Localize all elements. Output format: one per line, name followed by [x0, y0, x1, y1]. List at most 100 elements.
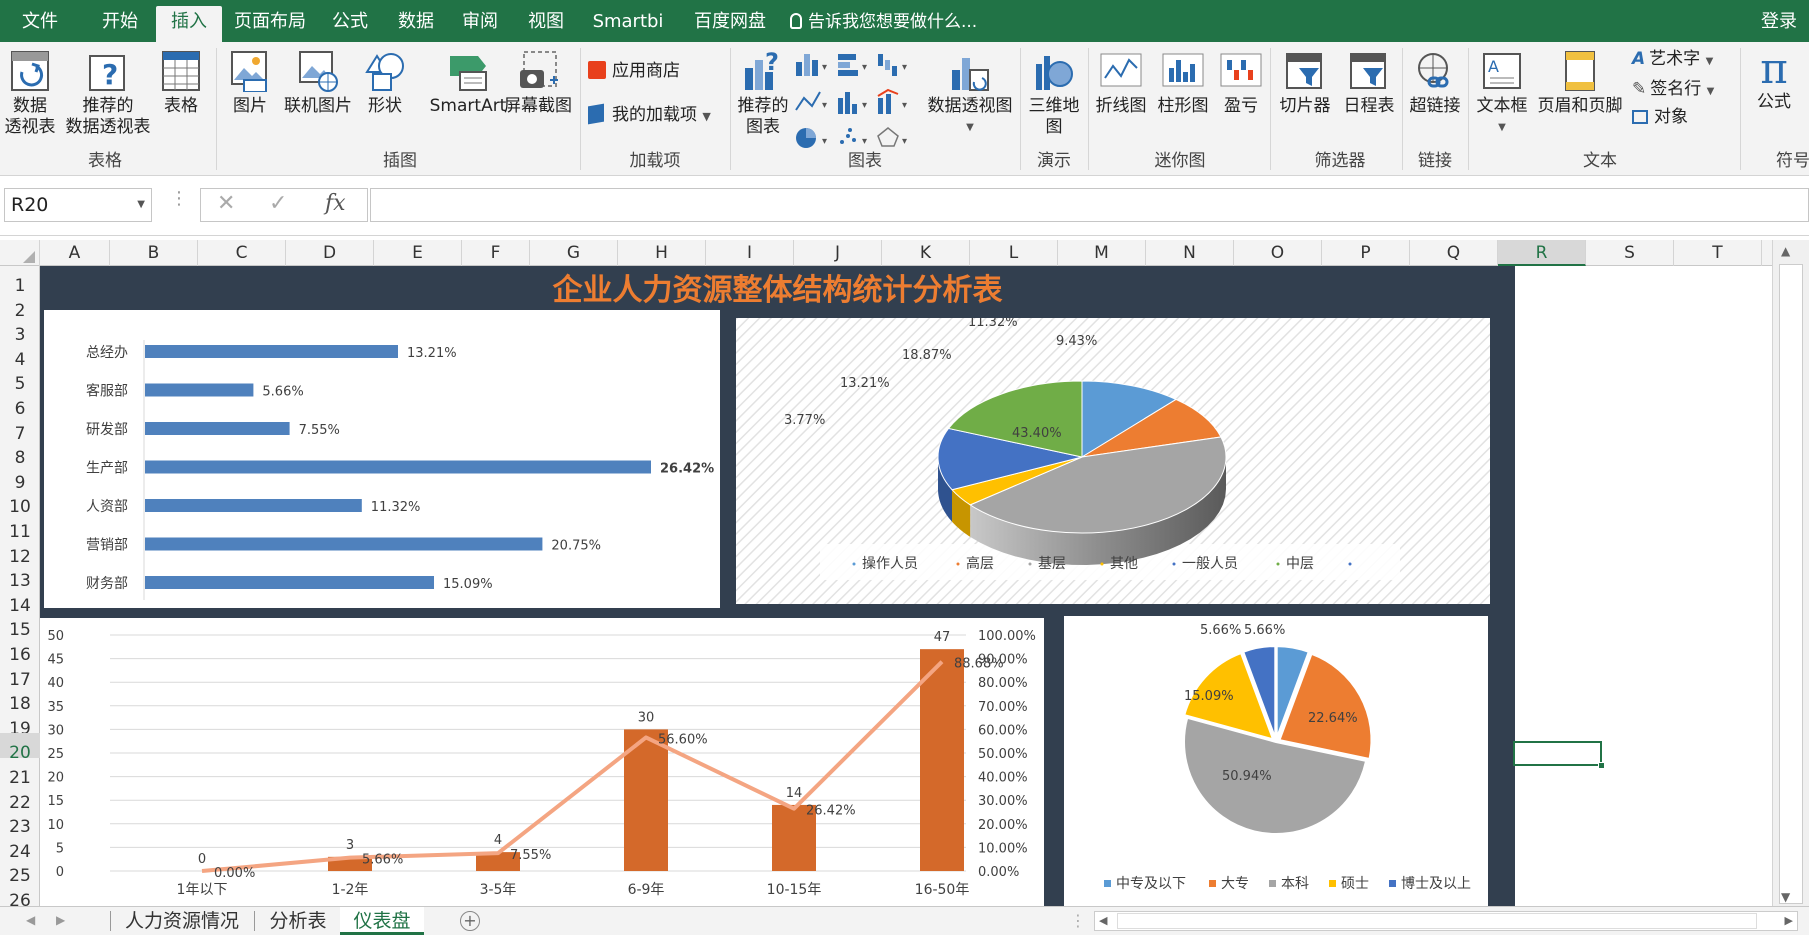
scroll-right-icon[interactable]: ▶: [1785, 914, 1793, 927]
row-header-22[interactable]: 22: [0, 783, 40, 813]
position-pie-chart[interactable]: 11.32% 9.43% 43.40% 3.77% 13.21% 18.87% 操作人员 高层…: [736, 318, 1490, 604]
sheet-tab-dashboard[interactable]: 仪表盘: [340, 907, 424, 935]
column-header-t[interactable]: T: [1674, 240, 1762, 266]
column-header-r[interactable]: R: [1498, 240, 1586, 266]
column-header-d[interactable]: D: [286, 240, 374, 266]
row-header-5[interactable]: 5: [0, 364, 40, 394]
column-header-h[interactable]: H: [618, 240, 706, 266]
column-header-o[interactable]: O: [1234, 240, 1322, 266]
column-header-f[interactable]: F: [462, 240, 530, 266]
column-header-m[interactable]: M: [1058, 240, 1146, 266]
sheet-tab-analysis[interactable]: 分析表: [256, 907, 340, 935]
scroll-thumb[interactable]: [1779, 264, 1803, 904]
cancel-icon[interactable]: ✕: [217, 191, 235, 216]
textbox-button[interactable]: A 文本框 ▼: [1470, 50, 1534, 138]
row-header-15[interactable]: 15: [0, 610, 40, 640]
tab-home[interactable]: 开始: [88, 6, 152, 42]
row-header-19[interactable]: 19: [0, 709, 40, 739]
row-header-17[interactable]: 17: [0, 660, 40, 690]
column-header-j[interactable]: J: [794, 240, 882, 266]
recommended-pivot-button[interactable]: ? 推荐的 数据透视表: [62, 50, 154, 138]
column-header-q[interactable]: Q: [1410, 240, 1498, 266]
tab-view[interactable]: 视图: [518, 6, 574, 42]
next-sheet-icon[interactable]: ▶: [56, 913, 65, 927]
shapes-button[interactable]: 形状: [360, 50, 410, 117]
vertical-scrollbar[interactable]: ▲ ▼: [1772, 240, 1809, 906]
row-header-23[interactable]: 23: [0, 807, 40, 837]
sparkline-line-button[interactable]: 折线图: [1092, 50, 1150, 117]
pivot-chart-button[interactable]: 数据透视图 ▼: [922, 50, 1018, 138]
row-header-3[interactable]: 3: [0, 315, 40, 345]
my-addins-button[interactable]: 我的加载项 ▼: [588, 103, 711, 128]
row-header-1[interactable]: 1: [0, 266, 40, 296]
screenshot-button[interactable]: 屏幕截图: [498, 50, 578, 117]
online-pictures-button[interactable]: 联机图片: [278, 50, 358, 117]
tab-formulas[interactable]: 公式: [322, 6, 378, 42]
row-header-20[interactable]: 20: [0, 733, 40, 763]
scroll-left-icon[interactable]: ◀: [1099, 914, 1107, 927]
column-header-e[interactable]: E: [374, 240, 462, 266]
column-header-n[interactable]: N: [1146, 240, 1234, 266]
store-button[interactable]: 应用商店: [588, 60, 680, 82]
department-bar-chart[interactable]: 总经办 13.21% 客服部 5.66% 研发部 7.55% 生产部 26.42% 人资部 11.…: [44, 310, 720, 608]
scroll-down-icon[interactable]: ▼: [1781, 890, 1790, 904]
sparkline-column-button[interactable]: 柱形图: [1154, 50, 1212, 117]
row-header-18[interactable]: 18: [0, 684, 40, 714]
sparkline-winloss-button[interactable]: 盈亏: [1216, 50, 1266, 117]
select-all-corner[interactable]: [0, 240, 40, 266]
row-header-8[interactable]: 8: [0, 438, 40, 468]
recommended-charts-button[interactable]: ? 推荐的 图表: [734, 50, 792, 138]
column-header-s[interactable]: S: [1586, 240, 1674, 266]
pictures-button[interactable]: 图片: [224, 50, 276, 117]
column-header-g[interactable]: G: [530, 240, 618, 266]
row-header-2[interactable]: 2: [0, 291, 40, 321]
tab-smartbi[interactable]: Smartbi: [584, 6, 672, 42]
row-header-11[interactable]: 11: [0, 512, 40, 542]
selected-cell[interactable]: [1513, 741, 1605, 769]
row-header-4[interactable]: 4: [0, 340, 40, 370]
row-header-16[interactable]: 16: [0, 635, 40, 665]
row-header-9[interactable]: 9: [0, 463, 40, 493]
confirm-icon[interactable]: ✓: [269, 191, 287, 216]
tab-baidu-pan[interactable]: 百度网盘: [684, 6, 776, 42]
row-header-12[interactable]: 12: [0, 537, 40, 567]
tell-me-box[interactable]: 告诉我您想要做什么...: [790, 6, 977, 38]
chart-type-gallery[interactable]: ▾ ▾ ▾ ▾ ▾ ▾ ▾ ▾ ▾: [794, 50, 924, 150]
column-header-c[interactable]: C: [198, 240, 286, 266]
login-button[interactable]: 登录: [1761, 6, 1797, 38]
hscroll-thumb[interactable]: [1117, 913, 1757, 929]
row-header-26[interactable]: 26: [0, 881, 40, 911]
pivot-table-button[interactable]: 数据 透视表: [2, 50, 58, 138]
column-header-l[interactable]: L: [970, 240, 1058, 266]
tab-data[interactable]: 数据: [388, 6, 444, 42]
row-header-24[interactable]: 24: [0, 832, 40, 862]
row-header-14[interactable]: 14: [0, 586, 40, 616]
column-header-b[interactable]: B: [110, 240, 198, 266]
tenure-combo-chart[interactable]: 051015202530354045500.00%10.00%20.00%30.…: [40, 618, 1044, 908]
wordart-button[interactable]: A 艺术字 ▼: [1632, 48, 1713, 73]
row-header-6[interactable]: 6: [0, 389, 40, 419]
sheet-tab-hr[interactable]: 人力资源情况: [112, 907, 252, 935]
row-header-21[interactable]: 21: [0, 758, 40, 788]
tab-page-layout[interactable]: 页面布局: [226, 6, 314, 42]
horizontal-scrollbar[interactable]: ◀ ▶: [1094, 911, 1798, 931]
row-header-7[interactable]: 7: [0, 414, 40, 444]
column-header-a[interactable]: A: [40, 240, 110, 266]
tab-review[interactable]: 审阅: [452, 6, 508, 42]
add-sheet-icon[interactable]: +: [460, 911, 480, 931]
education-pie-chart[interactable]: 5.66% 22.64% 50.94% 15.09% 5.66% 中专及以下 大专 本科 硕士 博…: [1064, 616, 1488, 908]
formula-input[interactable]: [370, 188, 1809, 222]
name-box[interactable]: R20 ▼: [4, 188, 152, 222]
3d-map-button[interactable]: 三维地 图: [1024, 50, 1084, 138]
object-button[interactable]: 对象: [1632, 106, 1688, 128]
tab-insert[interactable]: 插入: [156, 6, 222, 42]
tab-file[interactable]: 文件: [8, 6, 72, 42]
scroll-up-icon[interactable]: ▲: [1781, 244, 1790, 258]
timeline-button[interactable]: 日程表: [1338, 50, 1400, 117]
row-header-25[interactable]: 25: [0, 856, 40, 886]
column-header-i[interactable]: I: [706, 240, 794, 266]
hyperlink-button[interactable]: 超链接: [1404, 50, 1466, 117]
row-header-10[interactable]: 10: [0, 487, 40, 517]
slicer-button[interactable]: 切片器: [1274, 50, 1336, 117]
column-header-p[interactable]: P: [1322, 240, 1410, 266]
